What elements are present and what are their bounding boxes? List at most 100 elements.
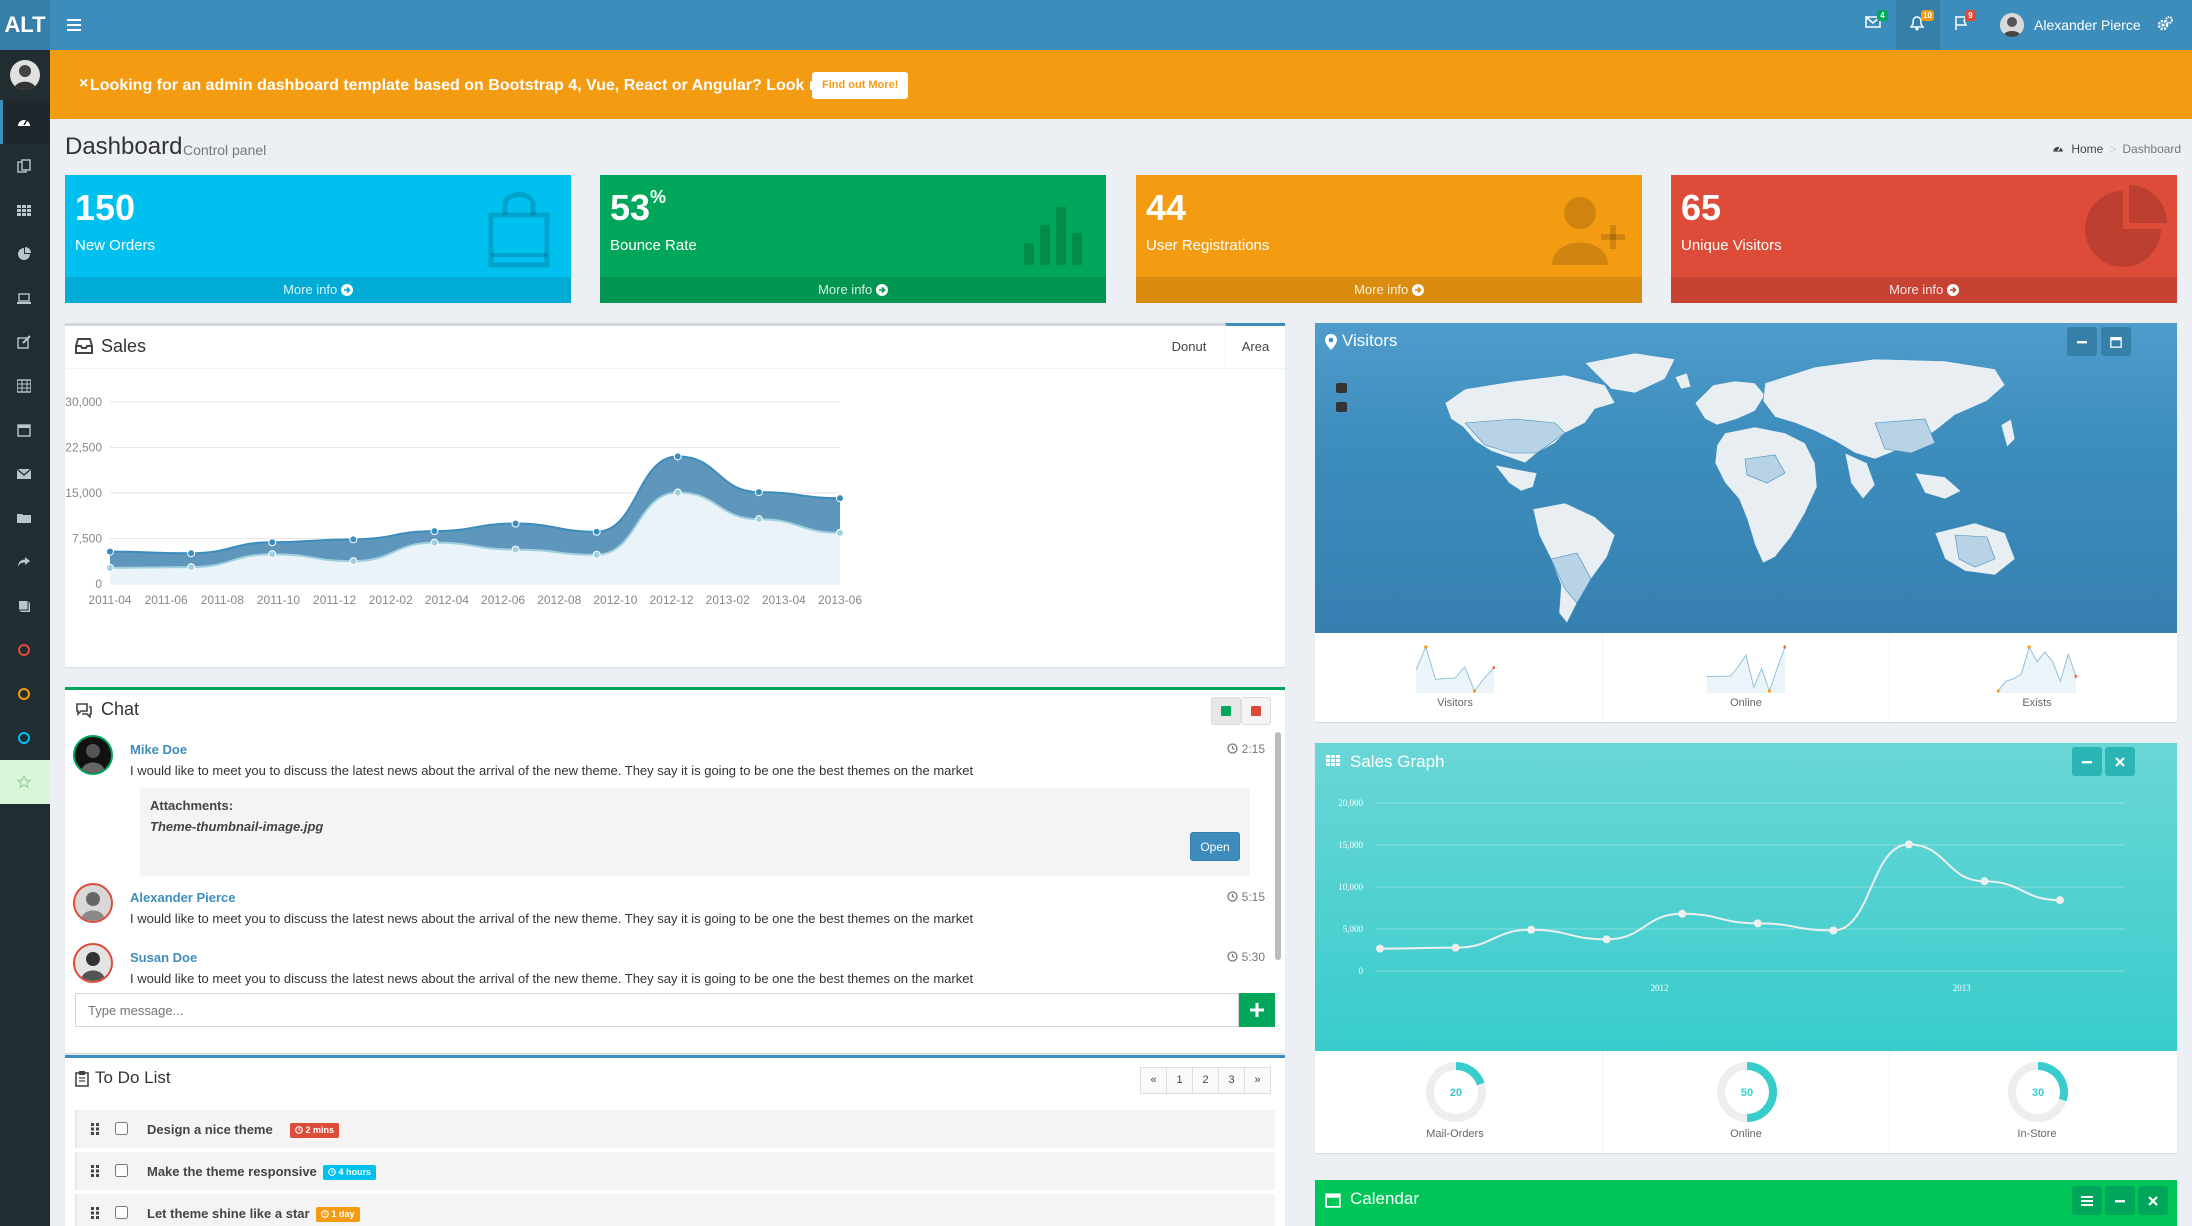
sales-graph-remove-button[interactable]: [2105, 747, 2135, 776]
stat-box-unique-visitors: 65 Unique Visitors More info: [1671, 175, 2177, 303]
knob-label: In-Store: [2017, 1128, 2057, 1140]
tab-donut[interactable]: Donut: [1158, 326, 1220, 368]
more-info-link[interactable]: More info: [1136, 277, 1642, 303]
drag-handle-icon[interactable]: [91, 1123, 99, 1135]
calendar-menu-button[interactable]: [2072, 1186, 2102, 1215]
sidebar-item-label-important[interactable]: [0, 628, 50, 672]
sidebar-item-charts[interactable]: [0, 232, 50, 276]
sidebar-item-favorites[interactable]: [0, 760, 50, 804]
chat-send-button[interactable]: [1239, 993, 1275, 1027]
pager-prev-button[interactable]: «: [1140, 1067, 1167, 1094]
dashboard-icon: [2053, 146, 2063, 152]
sidebar-item-ui-elements[interactable]: [0, 276, 50, 320]
sidebar-item-examples[interactable]: [0, 496, 50, 540]
sidebar-item-forms[interactable]: [0, 320, 50, 364]
messages-menu-button[interactable]: 4: [1852, 0, 1896, 50]
user-menu[interactable]: Alexander Pierce: [1996, 0, 2146, 50]
clock-icon: [295, 1126, 303, 1134]
chat-message-input[interactable]: [75, 993, 1239, 1027]
sidebar-item-mailbox[interactable]: [0, 452, 50, 496]
todo-card: To Do List « 1 2 3 » Design a nice theme…: [65, 1055, 1285, 1226]
breadcrumb-separator: >: [2109, 142, 2117, 156]
sidebar-item-label-warning[interactable]: [0, 672, 50, 716]
attachment-filename[interactable]: Theme-thumbnail-image.jpg: [150, 819, 323, 834]
pager-page-2-button[interactable]: 2: [1192, 1067, 1219, 1094]
y-tick-label: 10,000: [1338, 882, 1363, 892]
online-knob[interactable]: 50: [1716, 1061, 1778, 1123]
x-tick-label: 2012-12: [650, 593, 694, 607]
arrow-circle-right-icon: [1946, 284, 1959, 296]
y-tick-label: 30,000: [65, 395, 102, 409]
todo-checkbox[interactable]: [115, 1206, 128, 1219]
todo-checkbox[interactable]: [115, 1122, 128, 1135]
tasks-badge: 9: [1965, 10, 1976, 21]
drag-handle-icon[interactable]: [91, 1207, 99, 1219]
tab-area[interactable]: Area: [1225, 323, 1285, 368]
callout-text: Looking for an admin dashboard template …: [90, 77, 890, 94]
chat-message-author[interactable]: Alexander Pierce: [130, 890, 236, 905]
x-tick-label: 2013-06: [818, 593, 862, 607]
more-info-link[interactable]: More info: [65, 277, 571, 303]
stat-box-bounce-rate: 53% Bounce Rate More info: [600, 175, 1106, 303]
sales-graph-collapse-button[interactable]: [2072, 747, 2102, 776]
sidebar-item-layout[interactable]: [0, 144, 50, 188]
todo-checkbox[interactable]: [115, 1164, 128, 1177]
more-info-link[interactable]: More info: [600, 277, 1106, 303]
stat-label: User Registrations: [1146, 237, 1270, 254]
notifications-menu-button[interactable]: 10: [1896, 0, 1940, 50]
avatar: [73, 943, 113, 983]
sparkline-label: Exists: [2022, 697, 2052, 709]
tasks-menu-button[interactable]: 9: [1940, 0, 1984, 50]
sidebar-user-avatar[interactable]: [10, 60, 40, 90]
chat-scrollbar[interactable]: [1275, 732, 1281, 960]
attachment-open-button[interactable]: Open: [1190, 832, 1240, 861]
sidebar-item-multilevel[interactable]: [0, 540, 50, 584]
calendar-card: Calendar: [1315, 1180, 2177, 1226]
drag-handle-icon[interactable]: [91, 1165, 99, 1177]
sidebar-item-dashboard[interactable]: [0, 100, 50, 144]
sidebar-item-calendar[interactable]: [0, 408, 50, 452]
page-title: Dashboard: [65, 133, 183, 160]
copy-icon: [17, 159, 31, 173]
pager-next-button[interactable]: »: [1244, 1067, 1271, 1094]
circle-yellow-icon: [18, 688, 30, 700]
more-info-link[interactable]: More info: [1671, 277, 2177, 303]
calendar-remove-button[interactable]: [2138, 1186, 2168, 1215]
comments-icon: [76, 703, 92, 718]
calendar-collapse-button[interactable]: [2105, 1186, 2135, 1215]
chat-message-author[interactable]: Mike Doe: [130, 742, 187, 757]
chat-status-offline-button[interactable]: [1241, 697, 1271, 725]
sidebar-item-documentation[interactable]: [0, 584, 50, 628]
control-sidebar-button[interactable]: [2156, 15, 2174, 38]
brand-logo[interactable]: ALT: [0, 0, 50, 50]
sidebar-item-label-information[interactable]: [0, 716, 50, 760]
mail-orders-knob[interactable]: 20: [1425, 1061, 1487, 1123]
promo-callout: × Looking for an admin dashboard templat…: [50, 50, 2192, 119]
sidebar-item-tables[interactable]: [0, 364, 50, 408]
data-point: [673, 488, 682, 497]
callout-close-button[interactable]: ×: [79, 75, 88, 93]
sidebar-item-widgets[interactable]: [0, 188, 50, 232]
pager-page-3-button[interactable]: 3: [1218, 1067, 1245, 1094]
find-out-more-button[interactable]: Find out More!: [812, 72, 909, 99]
chat-status-online-button[interactable]: [1211, 697, 1241, 725]
exists-sparkline: [1997, 645, 2077, 693]
share-icon: [18, 557, 30, 567]
chat-message-time: 2:15: [1227, 742, 1265, 756]
in-store-knob[interactable]: 30: [2007, 1061, 2069, 1123]
folder-icon: [17, 514, 31, 523]
breadcrumb-home-link[interactable]: Home: [2071, 142, 2103, 156]
calendar-icon: [17, 424, 31, 437]
chat-message-author[interactable]: Susan Doe: [130, 950, 197, 965]
x-tick-label: 2013-04: [762, 593, 806, 607]
stat-value: 53%: [610, 187, 667, 228]
visitors-map-area: Visitors: [1315, 323, 2177, 633]
x-tick-label: 2011-04: [88, 593, 131, 607]
data-point: [106, 563, 114, 572]
data-point: [511, 545, 520, 554]
card-title: Sales: [101, 336, 147, 356]
sidebar-toggle-button[interactable]: [62, 13, 86, 37]
data-point: [592, 550, 601, 559]
pager-page-1-button[interactable]: 1: [1166, 1067, 1193, 1094]
todo-text: Make the theme responsive: [147, 1164, 317, 1179]
